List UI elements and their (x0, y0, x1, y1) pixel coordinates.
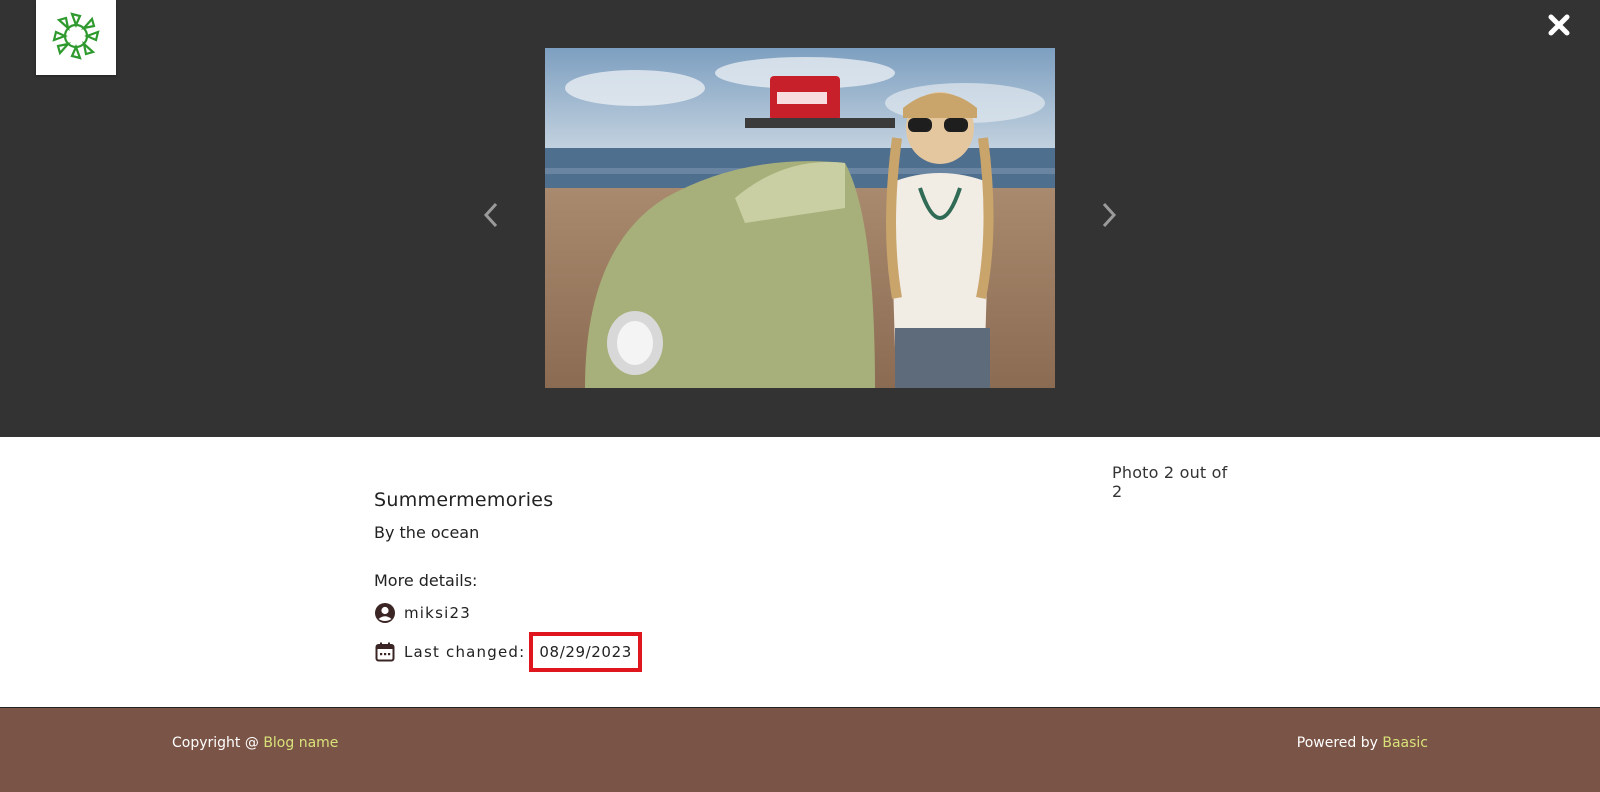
last-changed-label: Last changed: (404, 643, 526, 661)
previous-photo-button[interactable] (479, 200, 503, 234)
site-logo[interactable] (36, 0, 116, 75)
photo-viewer (0, 0, 1600, 437)
sun-logo-icon (50, 10, 102, 66)
photo-counter: Photo 2 out of 2 (1112, 463, 1228, 501)
site-footer: Copyright @ Blog name Powered by Baasic (0, 707, 1600, 792)
chevron-right-icon (1101, 201, 1117, 233)
last-changed-row: Last changed: 08/29/2023 (374, 632, 642, 672)
close-button[interactable] (1544, 12, 1574, 42)
last-changed-date: 08/29/2023 (529, 632, 642, 672)
photo-image (545, 48, 1055, 388)
user-icon (374, 602, 396, 624)
photo-title: Summermemories (374, 489, 554, 511)
powered-by-prefix: Powered by (1296, 735, 1383, 751)
baasic-link[interactable]: Baasic (1382, 735, 1428, 751)
copyright-prefix: Copyright @ (172, 735, 264, 751)
close-icon (1547, 13, 1571, 41)
next-photo-button[interactable] (1097, 200, 1121, 234)
calendar-icon (374, 641, 396, 663)
powered-by-text: Powered by Baasic (1297, 735, 1428, 751)
blog-name-link[interactable]: Blog name (263, 735, 338, 751)
chevron-left-icon (483, 201, 499, 233)
photo-description: By the ocean (374, 523, 480, 542)
author-name: miksi23 (404, 604, 471, 622)
author-row: miksi23 (374, 602, 471, 624)
photo-details: Photo 2 out of 2 Summermemories By the o… (374, 437, 1234, 707)
copyright-text: Copyright @ Blog name (172, 735, 338, 751)
more-details-heading: More details: (374, 571, 478, 590)
